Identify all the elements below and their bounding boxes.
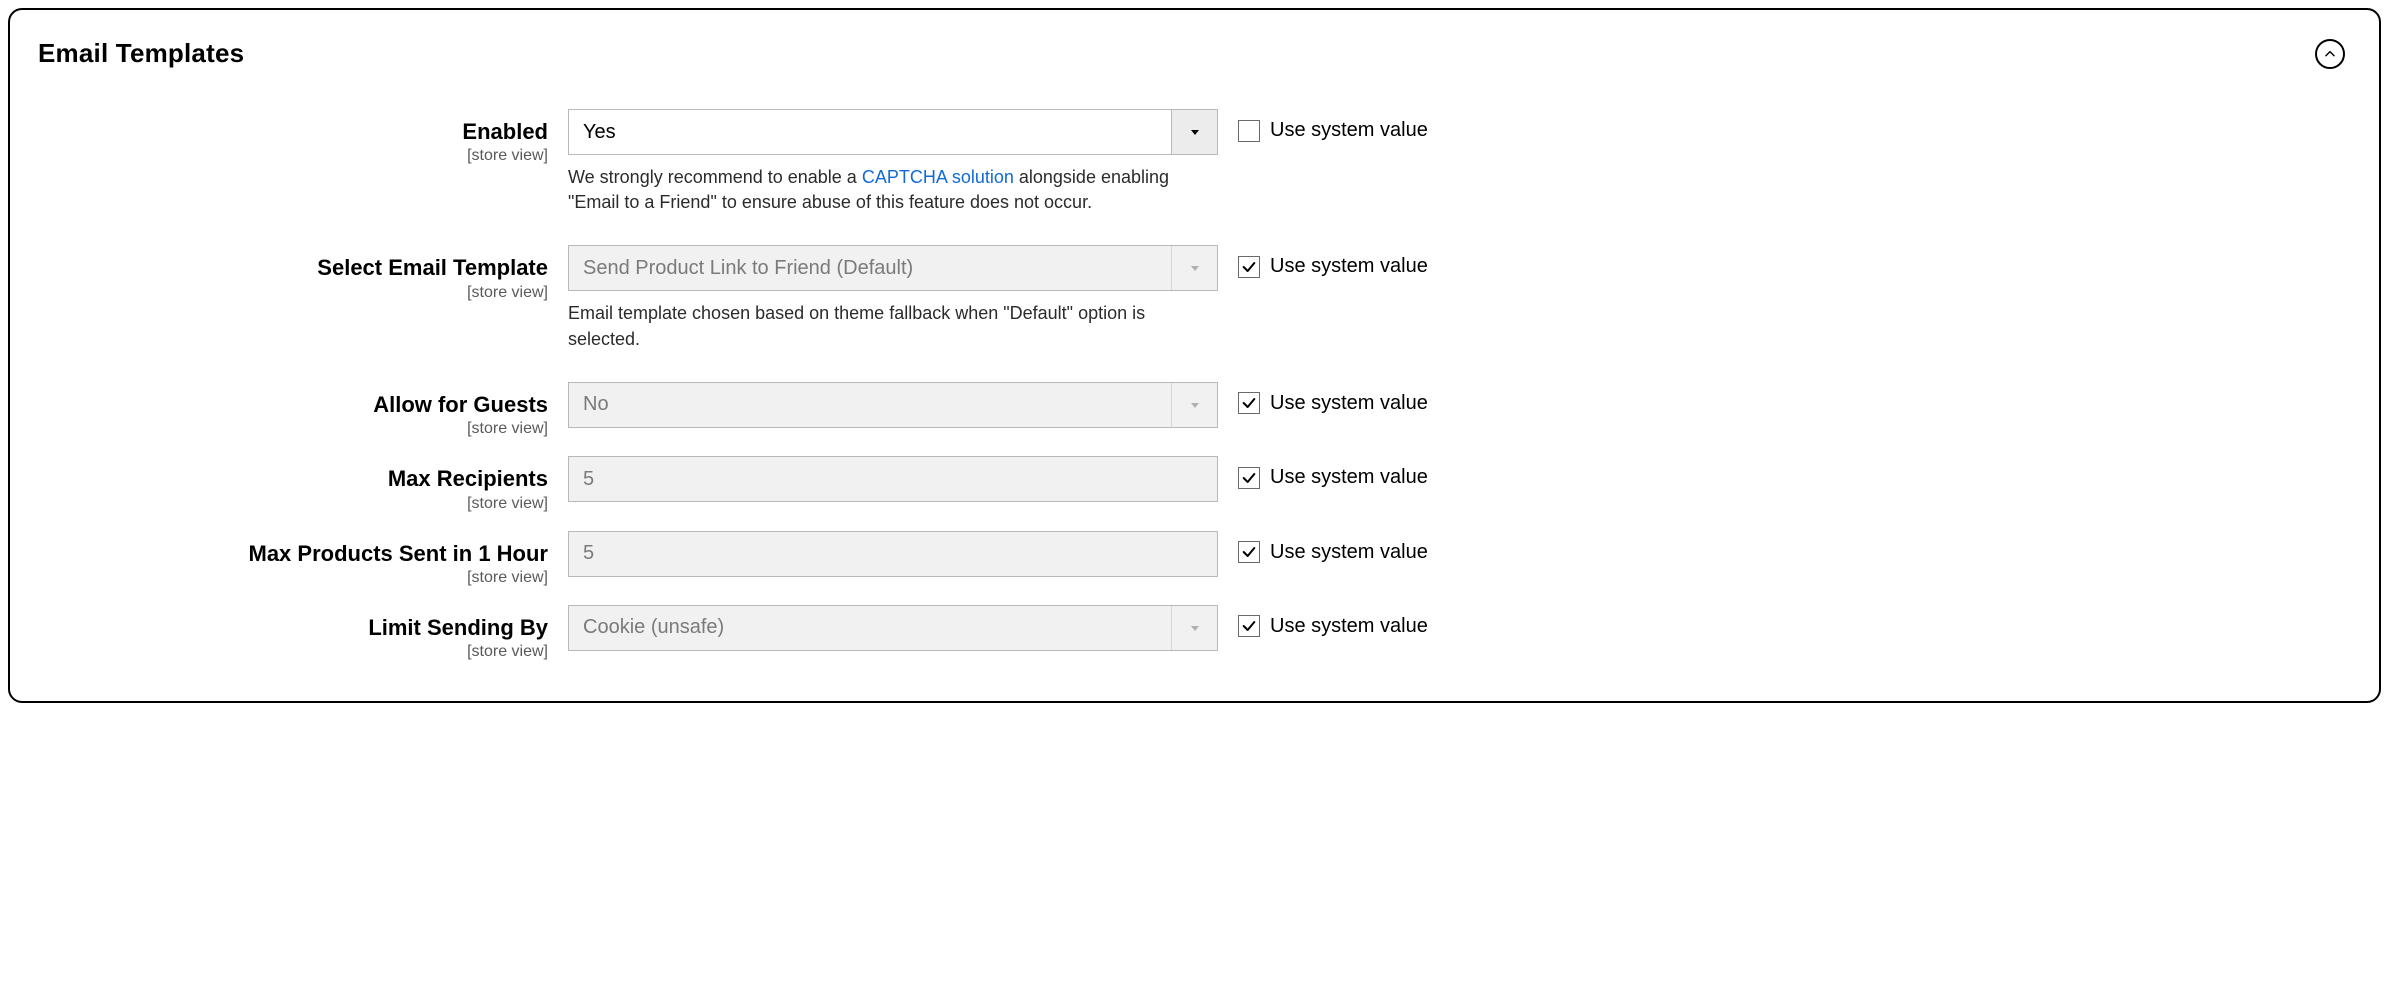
panel-header: Email Templates — [38, 38, 2345, 69]
label-col: Max Products Sent in 1 Hour [store view] — [38, 531, 548, 587]
field-label: Select Email Template — [38, 255, 548, 281]
chevron-down-icon — [1171, 110, 1217, 154]
check-icon — [1241, 395, 1257, 411]
use-system-checkbox[interactable] — [1238, 541, 1260, 563]
field-scope: [store view] — [38, 420, 548, 438]
use-system-label: Use system value — [1270, 392, 1428, 415]
limit-sending-select[interactable]: Cookie (unsafe) — [568, 605, 1218, 651]
label-col: Allow for Guests [store view] — [38, 382, 548, 438]
use-system-col: Use system value — [1238, 109, 1538, 142]
control-col: No — [568, 382, 1218, 428]
field-note: We strongly recommend to enable a CAPTCH… — [568, 165, 1218, 215]
use-system-label: Use system value — [1270, 119, 1428, 142]
field-row-enabled: Enabled [store view] Yes We strongly rec… — [38, 109, 2345, 215]
chevron-up-icon — [2323, 47, 2337, 61]
email-templates-panel: Email Templates Enabled [store view] Yes… — [8, 8, 2381, 703]
use-system-checkbox[interactable] — [1238, 392, 1260, 414]
control-col — [568, 531, 1218, 577]
max-recipients-input[interactable] — [568, 456, 1218, 502]
select-value: Yes — [569, 110, 1171, 154]
field-scope: [store view] — [38, 569, 548, 587]
use-system-checkbox[interactable] — [1238, 256, 1260, 278]
field-row-allow-guests: Allow for Guests [store view] No Use sys… — [38, 382, 2345, 438]
field-row-max-products: Max Products Sent in 1 Hour [store view]… — [38, 531, 2345, 587]
select-email-template-select[interactable]: Send Product Link to Friend (Default) — [568, 245, 1218, 291]
allow-guests-select[interactable]: No — [568, 382, 1218, 428]
use-system-col: Use system value — [1238, 245, 1538, 278]
field-label: Limit Sending By — [38, 615, 548, 641]
field-row-limit-sending: Limit Sending By [store view] Cookie (un… — [38, 605, 2345, 661]
check-icon — [1241, 618, 1257, 634]
field-scope: [store view] — [38, 147, 548, 165]
use-system-col: Use system value — [1238, 456, 1538, 489]
note-text-pre: We strongly recommend to enable a — [568, 167, 862, 187]
use-system-label: Use system value — [1270, 615, 1428, 638]
label-col: Limit Sending By [store view] — [38, 605, 548, 661]
field-label: Enabled — [38, 119, 548, 145]
check-icon — [1241, 470, 1257, 486]
use-system-col: Use system value — [1238, 531, 1538, 564]
label-col: Max Recipients [store view] — [38, 456, 548, 512]
field-row-max-recipients: Max Recipients [store view] Use system v… — [38, 456, 2345, 512]
label-col: Enabled [store view] — [38, 109, 548, 165]
use-system-checkbox[interactable] — [1238, 615, 1260, 637]
field-scope: [store view] — [38, 495, 548, 513]
max-products-input[interactable] — [568, 531, 1218, 577]
field-row-select-template: Select Email Template [store view] Send … — [38, 245, 2345, 351]
select-value: Send Product Link to Friend (Default) — [569, 246, 1171, 290]
use-system-checkbox[interactable] — [1238, 467, 1260, 489]
panel-title: Email Templates — [38, 38, 244, 69]
select-value: Cookie (unsafe) — [569, 606, 1171, 650]
field-scope: [store view] — [38, 284, 548, 302]
select-value: No — [569, 383, 1171, 427]
use-system-checkbox[interactable] — [1238, 120, 1260, 142]
captcha-solution-link[interactable]: CAPTCHA solution — [862, 167, 1014, 187]
enabled-select[interactable]: Yes — [568, 109, 1218, 155]
control-col: Yes We strongly recommend to enable a CA… — [568, 109, 1218, 215]
check-icon — [1241, 259, 1257, 275]
field-label: Max Recipients — [38, 466, 548, 492]
label-col: Select Email Template [store view] — [38, 245, 548, 301]
use-system-label: Use system value — [1270, 255, 1428, 278]
field-scope: [store view] — [38, 643, 548, 661]
use-system-label: Use system value — [1270, 466, 1428, 489]
use-system-col: Use system value — [1238, 605, 1538, 638]
control-col: Send Product Link to Friend (Default) Em… — [568, 245, 1218, 351]
field-label: Allow for Guests — [38, 392, 548, 418]
use-system-col: Use system value — [1238, 382, 1538, 415]
chevron-down-icon — [1171, 606, 1217, 650]
use-system-label: Use system value — [1270, 541, 1428, 564]
chevron-down-icon — [1171, 383, 1217, 427]
control-col — [568, 456, 1218, 502]
control-col: Cookie (unsafe) — [568, 605, 1218, 651]
collapse-button[interactable] — [2315, 39, 2345, 69]
field-note: Email template chosen based on theme fal… — [568, 301, 1218, 351]
chevron-down-icon — [1171, 246, 1217, 290]
field-label: Max Products Sent in 1 Hour — [38, 541, 548, 567]
check-icon — [1241, 544, 1257, 560]
